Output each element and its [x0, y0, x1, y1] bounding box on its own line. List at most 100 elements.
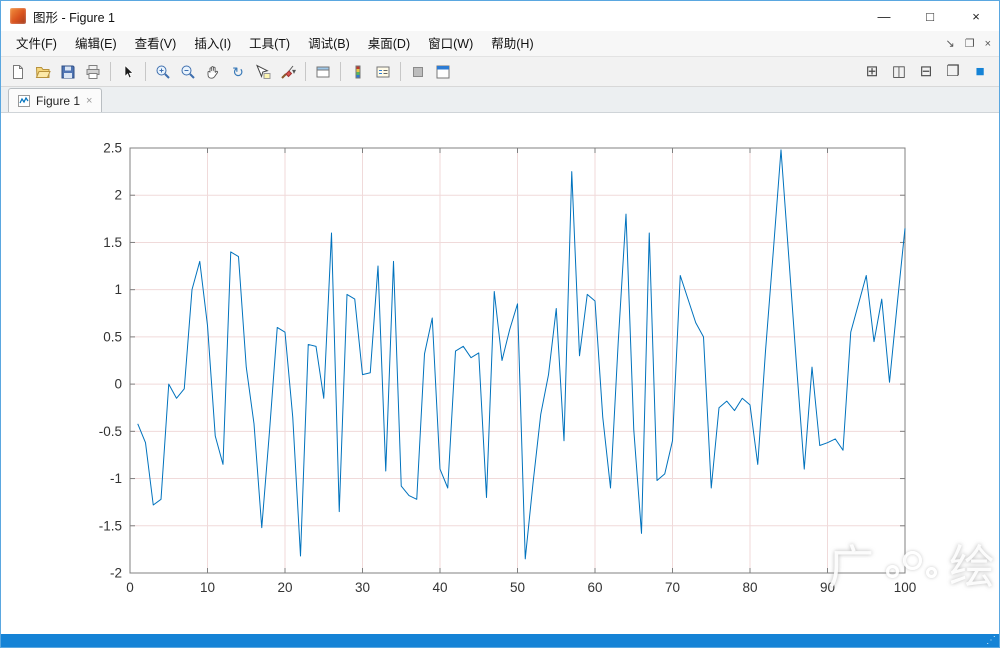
- legend-icon: [376, 66, 390, 77]
- toolbar-separator: [340, 62, 341, 81]
- split-vertical-icon: ◫: [891, 63, 907, 80]
- menu-close-icon[interactable]: ×: [985, 38, 991, 50]
- zoom-in-icon: [156, 65, 170, 79]
- window-title: 图形 - Figure 1: [33, 10, 115, 25]
- tab-close-icon[interactable]: ×: [86, 95, 92, 107]
- insert-legend-button[interactable]: [371, 60, 395, 84]
- svg-text:1: 1: [114, 282, 122, 297]
- svg-text:1.5: 1.5: [103, 235, 122, 250]
- zoom-out-icon: [181, 65, 195, 79]
- tile-windows-icon: ⊞: [865, 63, 879, 80]
- toolbar-separator: [400, 62, 401, 81]
- brush-dropdown-arrow[interactable]: ▾: [292, 67, 296, 76]
- save-figure-button[interactable]: [56, 60, 80, 84]
- tab-figure-1[interactable]: Figure 1 ×: [8, 88, 103, 112]
- zoom-out-button[interactable]: [176, 60, 200, 84]
- link-plots-button[interactable]: [311, 60, 335, 84]
- svg-text:50: 50: [510, 580, 525, 595]
- link-plots-icon: [316, 66, 330, 77]
- open-folder-icon: [35, 66, 51, 78]
- float-windows-icon: ❐: [946, 63, 960, 80]
- resize-grip[interactable]: ⋰: [986, 634, 996, 647]
- open-file-button[interactable]: [31, 60, 55, 84]
- menu-insert[interactable]: 插入(I): [185, 31, 240, 57]
- svg-text:-0.5: -0.5: [99, 424, 122, 439]
- menu-help[interactable]: 帮助(H): [482, 31, 542, 57]
- minimize-button[interactable]: —: [861, 1, 907, 31]
- figure-tab-icon: [18, 94, 30, 107]
- active-window-button[interactable]: ■: [968, 60, 992, 84]
- svg-text:80: 80: [742, 580, 757, 595]
- svg-text:0: 0: [126, 580, 134, 595]
- new-figure-icon: [13, 64, 23, 79]
- zoom-in-button[interactable]: [151, 60, 175, 84]
- data-cursor-icon: [256, 63, 271, 79]
- printer-icon: [86, 64, 100, 79]
- pan-button[interactable]: [201, 60, 225, 84]
- split-horizontal-icon: ⊟: [919, 63, 933, 80]
- figure-tab-bar: Figure 1 ×: [1, 87, 999, 113]
- menu-tools[interactable]: 工具(T): [240, 31, 299, 57]
- cursor-arrow-icon: [124, 64, 134, 78]
- brush-button[interactable]: ▾: [276, 60, 300, 84]
- hide-plot-tools-icon: [413, 66, 423, 77]
- window-layout-controls: ⊞ ◫ ⊟ ❐ ■: [860, 60, 999, 84]
- active-window-icon: ■: [975, 63, 985, 80]
- svg-text:0: 0: [114, 377, 122, 392]
- print-figure-button[interactable]: [81, 60, 105, 84]
- toolbar-separator: [145, 62, 146, 81]
- dock-arrow-icon[interactable]: ↘: [945, 37, 954, 50]
- new-figure-button[interactable]: [6, 60, 30, 84]
- matlab-app-icon: [10, 8, 26, 24]
- menu-view[interactable]: 查看(V): [126, 31, 186, 57]
- data-cursor-button[interactable]: [251, 60, 275, 84]
- menu-desktop[interactable]: 桌面(D): [359, 31, 419, 57]
- menu-bar: 文件(F) 编辑(E) 查看(V) 插入(I) 工具(T) 调试(B) 桌面(D…: [1, 31, 999, 57]
- menu-edit[interactable]: 编辑(E): [66, 31, 126, 57]
- svg-text:10: 10: [200, 580, 215, 595]
- title-bar: 图形 - Figure 1 — □ ×: [1, 1, 999, 31]
- close-button[interactable]: ×: [953, 1, 999, 31]
- colorbar-icon: [355, 65, 361, 78]
- menu-file[interactable]: 文件(F): [7, 31, 66, 57]
- toolbar-separator: [305, 62, 306, 81]
- axes-plot[interactable]: 0 10 20 30 40 50 60 70 80 90 100 -2 -1.5 -1 -0.5 0 0.5 1 1…: [1, 113, 999, 634]
- split-horizontal-button[interactable]: ⊟: [914, 60, 938, 84]
- pan-hand-icon: [207, 65, 219, 79]
- toolbar-separator: [110, 62, 111, 81]
- rotate-3d-button[interactable]: ↻: [226, 60, 250, 84]
- menu-window[interactable]: 窗口(W): [419, 31, 482, 57]
- status-bar: ⋰: [1, 634, 999, 647]
- svg-text:-2: -2: [110, 566, 122, 581]
- float-windows-button[interactable]: ❐: [941, 60, 965, 84]
- menu-debug[interactable]: 调试(B): [299, 31, 359, 57]
- dock-figure-icon: [436, 65, 450, 78]
- save-floppy-icon: [61, 65, 75, 78]
- svg-text:90: 90: [820, 580, 835, 595]
- menu-right-controls: ↘ ❐ ×: [945, 37, 999, 51]
- undock-icon[interactable]: ❐: [965, 37, 975, 50]
- svg-text:-1.5: -1.5: [99, 518, 122, 533]
- svg-text:2.5: 2.5: [103, 141, 122, 156]
- edit-cursor-button[interactable]: [116, 60, 140, 84]
- figure-window: 图形 - Figure 1 — □ × 文件(F) 编辑(E) 查看(V) 插入…: [0, 0, 1000, 648]
- tile-windows-button[interactable]: ⊞: [860, 60, 884, 84]
- hide-plot-tools-button[interactable]: [406, 60, 430, 84]
- figure-toolbar: ↻ ▾ ⊞ ◫ ⊟ ❐ ■: [1, 57, 999, 87]
- svg-text:40: 40: [432, 580, 447, 595]
- svg-text:20: 20: [277, 580, 292, 595]
- svg-text:0.5: 0.5: [103, 329, 122, 344]
- maximize-button[interactable]: □: [907, 1, 953, 31]
- svg-text:30: 30: [355, 580, 370, 595]
- rotate-3d-icon: ↻: [232, 63, 244, 80]
- window-controls: — □ ×: [861, 1, 999, 31]
- insert-colorbar-button[interactable]: [346, 60, 370, 84]
- svg-text:100: 100: [894, 580, 917, 595]
- svg-text:-1: -1: [110, 471, 122, 486]
- tab-label: Figure 1: [36, 93, 81, 108]
- svg-text:60: 60: [587, 580, 602, 595]
- svg-text:2: 2: [114, 188, 122, 203]
- split-vertical-button[interactable]: ◫: [887, 60, 911, 84]
- svg-text:70: 70: [665, 580, 680, 595]
- dock-figure-button[interactable]: [431, 60, 455, 84]
